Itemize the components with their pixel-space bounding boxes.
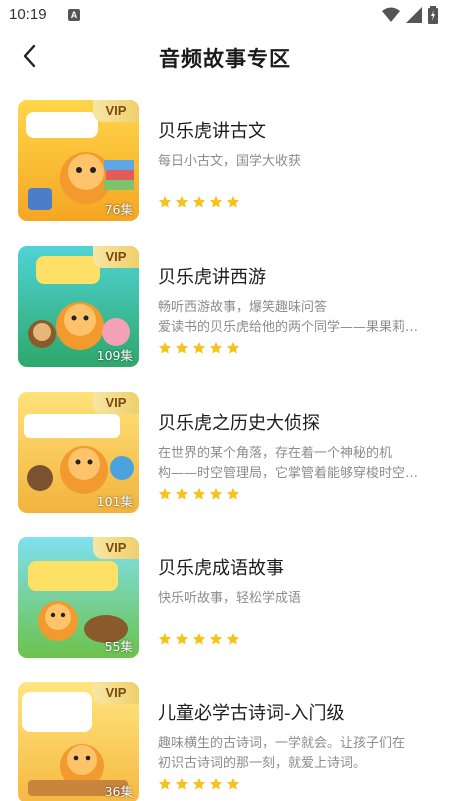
list-item[interactable]: VIP 55集 贝乐虎成语故事 快乐听故事，轻松学成语 [0, 537, 450, 659]
description-line: 趣味横生的古诗词，一学就会。让孩子们在 [158, 736, 406, 751]
cover-image: VIP 109集 [18, 246, 139, 367]
vip-badge: VIP [93, 537, 139, 559]
star-icon [158, 487, 172, 500]
list-item[interactable]: VIP 36集 儿童必学古诗词-入门级 趣味横生的古诗词，一学就会。让孩子们在 … [0, 682, 450, 801]
header: 音频故事专区 [0, 30, 450, 82]
star-icon [175, 487, 189, 500]
vip-badge: VIP [93, 392, 139, 414]
signal-icon [406, 7, 422, 23]
description-line: 初识古诗词的那一刻，就爱上诗词。 [158, 756, 367, 771]
episode-count: 55集 [104, 639, 133, 654]
cover-image: VIP 55集 [18, 537, 139, 658]
notification-icon: A [68, 9, 80, 21]
description-line: 爱读书的贝乐虎给他的两个同学——果果莉… [158, 320, 419, 335]
rating-stars [158, 195, 240, 209]
star-icon [209, 632, 223, 645]
description-line: 在世界的某个角落，存在着一个神秘的机 [158, 446, 393, 461]
status-time: 10:19 [9, 6, 47, 23]
star-icon [158, 341, 172, 354]
wifi-icon [382, 7, 400, 22]
star-icon [192, 195, 206, 208]
item-description: 畅听西游故事，爆笑趣味问答 爱读书的贝乐虎给他的两个同学——果果莉… [158, 298, 433, 338]
star-icon [158, 195, 172, 208]
episode-count: 109集 [96, 348, 133, 363]
description-line: 构——时空管理局，它掌管着能够穿梭时空… [158, 466, 419, 481]
star-icon [175, 777, 189, 790]
star-icon [226, 341, 240, 354]
list-item[interactable]: VIP 76集 贝乐虎讲古文 每日小古文，国学大收获 [0, 100, 450, 222]
vip-badge: VIP [93, 100, 139, 122]
page-title: 音频故事专区 [159, 47, 291, 71]
star-icon [158, 777, 172, 790]
item-description: 每日小古文，国学大收获 [158, 152, 433, 172]
star-icon [209, 487, 223, 500]
star-icon [226, 195, 240, 208]
star-icon [175, 632, 189, 645]
vip-badge: VIP [93, 246, 139, 268]
item-title: 儿童必学古诗词-入门级 [158, 703, 345, 724]
episode-count: 36集 [104, 784, 133, 799]
description-line: 畅听西游故事，爆笑趣味问答 [158, 300, 328, 315]
item-title: 贝乐虎讲西游 [158, 267, 266, 288]
item-description: 趣味横生的古诗词，一学就会。让孩子们在 初识古诗词的那一刻，就爱上诗词。 [158, 734, 433, 774]
cover-image: VIP 101集 [18, 392, 139, 513]
rating-stars [158, 341, 240, 355]
star-icon [226, 632, 240, 645]
star-icon [175, 195, 189, 208]
list-item[interactable]: VIP 109集 贝乐虎讲西游 畅听西游故事，爆笑趣味问答 爱读书的贝乐虎给他的… [0, 246, 450, 368]
star-icon [158, 632, 172, 645]
episode-count: 76集 [104, 202, 133, 217]
battery-icon [428, 6, 438, 24]
list-item[interactable]: VIP 101集 贝乐虎之历史大侦探 在世界的某个角落，存在着一个神秘的机 构—… [0, 392, 450, 514]
star-icon [226, 777, 240, 790]
item-title: 贝乐虎之历史大侦探 [158, 413, 320, 434]
episode-count: 101集 [96, 494, 133, 509]
status-bar: 10:19 A [0, 0, 450, 30]
star-icon [192, 487, 206, 500]
star-icon [192, 777, 206, 790]
star-icon [226, 487, 240, 500]
star-icon [209, 777, 223, 790]
item-description: 在世界的某个角落，存在着一个神秘的机 构——时空管理局，它掌管着能够穿梭时空… [158, 444, 433, 484]
item-title: 贝乐虎成语故事 [158, 558, 284, 579]
item-title: 贝乐虎讲古文 [158, 121, 266, 142]
cover-image: VIP 76集 [18, 100, 139, 221]
star-icon [209, 195, 223, 208]
cover-image: VIP 36集 [18, 682, 139, 801]
star-icon [175, 341, 189, 354]
star-icon [192, 632, 206, 645]
status-icons [382, 6, 438, 24]
item-description: 快乐听故事，轻松学成语 [158, 589, 433, 609]
rating-stars [158, 777, 240, 791]
description-line: 快乐听故事，轻松学成语 [158, 591, 302, 606]
vip-badge: VIP [93, 682, 139, 704]
rating-stars [158, 487, 240, 501]
star-icon [209, 341, 223, 354]
rating-stars [158, 632, 240, 646]
description-line: 每日小古文，国学大收获 [158, 154, 302, 169]
star-icon [192, 341, 206, 354]
